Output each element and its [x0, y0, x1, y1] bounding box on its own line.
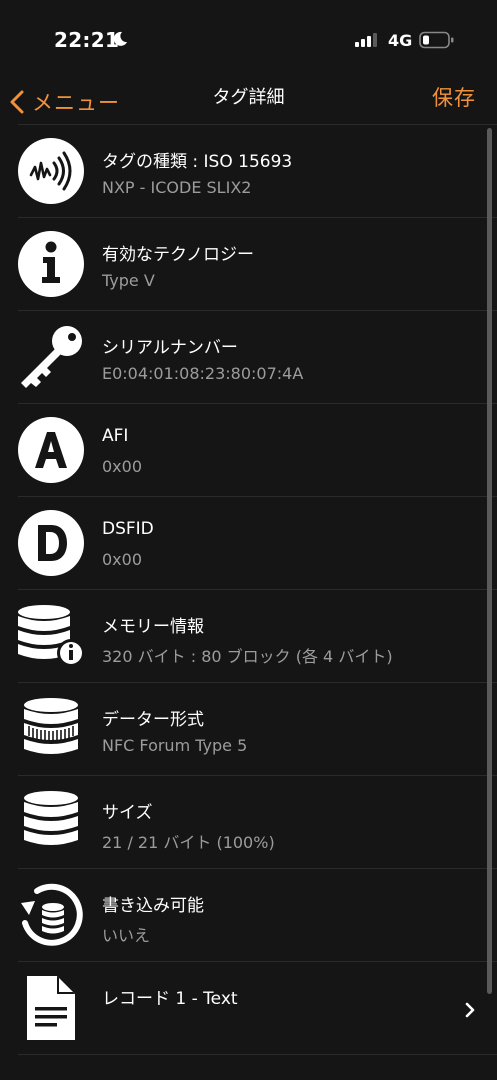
page-title: タグ詳細: [212, 87, 285, 108]
row-value: 320 バイト : 80 ブロック (各 4 バイト): [102, 647, 393, 666]
row-value: 0x00: [102, 457, 143, 476]
row-title: サイズ: [102, 803, 153, 823]
save-button[interactable]: 保存: [432, 80, 476, 116]
row-title: DSFID: [102, 519, 154, 539]
status-time: 22:21: [54, 28, 120, 52]
moon-icon: [113, 31, 127, 46]
row-title: シリアルナンバー: [102, 338, 238, 358]
row-data-format: データー形式 NFC Forum Type 5: [0, 683, 497, 775]
navigation-bar: メニュー タグ詳細 保存: [0, 80, 497, 124]
row-title: 書き込み可能: [102, 896, 204, 916]
letter-a-icon: [18, 417, 84, 483]
row-writable: 書き込み可能 いいえ: [0, 869, 497, 961]
row-record-1[interactable]: レコード 1 - Text: [0, 962, 497, 1054]
info-icon: [18, 231, 84, 297]
scrollbar[interactable]: [487, 128, 492, 994]
battery-icon: [419, 31, 454, 49]
row-value: 0x00: [102, 550, 143, 569]
database-icon: [24, 791, 78, 845]
letter-d-icon: [18, 510, 84, 576]
row-technology: 有効なテクノロジー Type V: [0, 218, 497, 310]
row-value: NFC Forum Type 5: [102, 736, 248, 755]
writable-icon: [21, 883, 83, 946]
row-value: いいえ: [102, 926, 151, 945]
row-title: AFI: [102, 426, 129, 446]
row-title: データー形式: [102, 710, 204, 730]
status-bar: 22:21 4G: [0, 0, 497, 80]
network-label: 4G: [388, 31, 413, 50]
row-serial-number: シリアルナンバー E0:04:01:08:23:80:07:4A: [0, 311, 497, 403]
row-value: 21 / 21 バイト (100%): [102, 833, 275, 852]
row-tag-type: タグの種類 : ISO 15693 NXP - ICODE SLIX2: [0, 125, 497, 217]
row-title: タグの種類 : ISO 15693: [102, 152, 293, 172]
row-size: サイズ 21 / 21 バイト (100%): [0, 776, 497, 868]
key-icon: [21, 326, 82, 388]
row-afi: AFI 0x00: [0, 404, 497, 496]
memory-info-icon: [18, 605, 85, 667]
row-title: 有効なテクノロジー: [102, 245, 254, 265]
row-value: Type V: [102, 271, 155, 290]
nfc-tag-icon: [18, 138, 84, 204]
row-title: レコード 1 - Text: [102, 989, 238, 1009]
document-icon: [27, 976, 75, 1040]
signal-icon: [355, 33, 377, 47]
chevron-right-icon: [465, 1002, 475, 1018]
data-format-icon: [24, 698, 78, 754]
row-memory-info: メモリー情報 320 バイト : 80 ブロック (各 4 バイト): [0, 590, 497, 682]
row-dsfid: DSFID 0x00: [0, 497, 497, 589]
tag-detail-list: タグの種類 : ISO 15693 NXP - ICODE SLIX2 有効なテ…: [0, 124, 497, 1055]
row-title: メモリー情報: [102, 617, 204, 637]
row-value: NXP - ICODE SLIX2: [102, 178, 252, 197]
divider: [18, 1054, 497, 1055]
row-value: E0:04:01:08:23:80:07:4A: [102, 364, 304, 383]
